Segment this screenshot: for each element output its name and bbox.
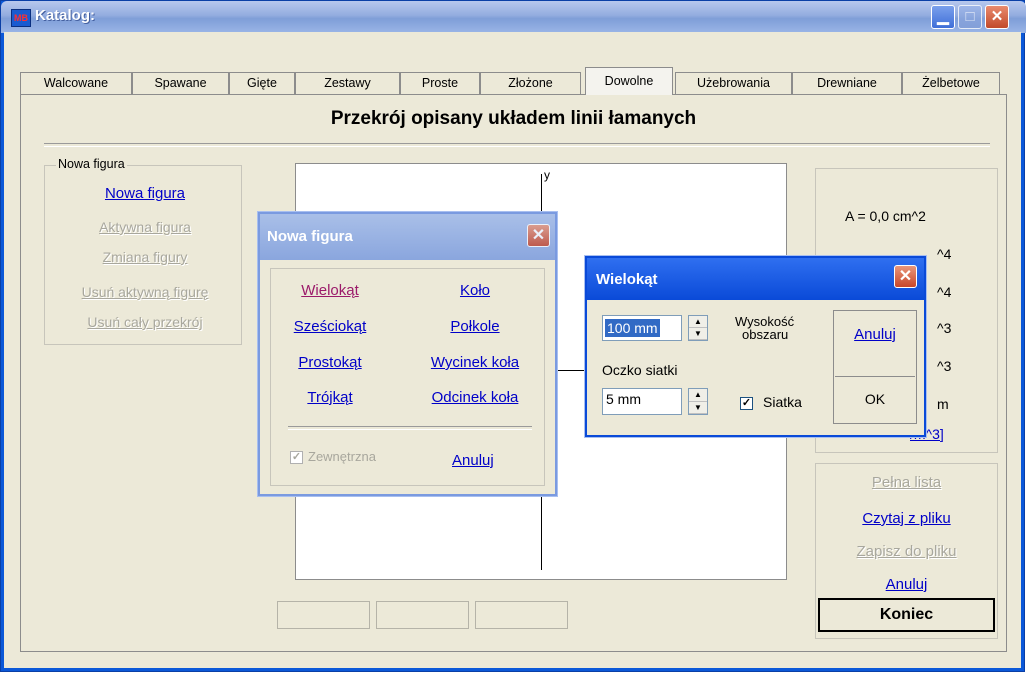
tab-label: Spawane [154,76,207,90]
tab-label: Drewniane [817,76,877,90]
maximize-icon: □ [965,8,975,25]
property-value: ^3 [937,358,952,374]
tab-label: Walcowane [43,76,109,90]
full-list-link[interactable]: Pełna lista [815,474,998,491]
dialog-cancel-link[interactable]: Anuluj [452,452,494,469]
grid-checkbox[interactable]: ✓ [740,397,753,410]
grid-input[interactable]: 5 mm [602,388,682,415]
tab-label: Dowolne [604,74,654,88]
dialog-title: Nowa figura [267,228,353,245]
spin-up-icon: ▲ [689,316,707,328]
polygon-dialog: Wielokąt ✕ 100 mm ▲ ▼ Wysokość obszaru Oc… [585,256,926,437]
tab-proste[interactable]: Proste [400,72,480,94]
circle-link[interactable]: Koło [400,282,550,299]
tab-giete[interactable]: Gięte [229,72,295,94]
polygon-dialog-title: Wielokąt [596,271,658,288]
close-icon: ✕ [990,8,1004,25]
delete-all-link[interactable]: Usuń cały przekrój [0,314,290,330]
polygon-cancel-link[interactable]: Anuluj [833,326,917,343]
maximize-button[interactable]: □ [958,5,982,29]
minimize-icon: ▁ [937,8,949,25]
tab-zestawy[interactable]: Zestawy [295,72,400,94]
ok-button[interactable]: OK [833,391,917,407]
spin-down-icon: ▼ [689,402,707,414]
close-button[interactable]: ✕ [985,5,1009,29]
grid-checkbox-label: Siatka [763,394,802,410]
property-value: ^4 [937,284,952,300]
status-field-3 [475,601,568,629]
triangle-link[interactable]: Trójkąt [260,389,400,406]
window-title: Katalog: [35,7,95,24]
spin-up-icon: ▲ [689,389,707,402]
tab-label: Użebrowania [697,76,770,90]
area-value: A = 0,0 cm^2 [845,208,926,224]
tab-label: Zestawy [324,76,371,90]
tab-label: Proste [421,76,459,90]
property-value: ^4 [937,246,952,262]
rectangle-link[interactable]: Prostokąt [260,354,400,371]
status-field-2 [376,601,469,629]
status-field-1 [277,601,370,629]
tab-uzebrowania[interactable]: Użebrowania [675,72,792,94]
grid-label: Oczko siatki [602,362,678,378]
circle-sector-link[interactable]: Wycinek koła [400,354,550,371]
group-legend: Nowa figura [56,157,127,171]
heading-divider [44,143,990,147]
semicircle-link[interactable]: Połkole [400,318,550,335]
delete-active-figure-link[interactable]: Usuń aktywną figurę [0,284,290,300]
polygon-dialog-close-button[interactable]: ✕ [894,265,917,288]
height-spinner[interactable]: ▲ ▼ [688,315,708,341]
dialog-close-button[interactable]: ✕ [527,224,550,247]
new-figure-dialog: Nowa figura ✕ Wielokąt Koło Sześciokąt P… [258,212,557,496]
height-label-line2: obszaru [742,327,789,342]
active-figure-link[interactable]: Aktywna figura [0,219,290,235]
tab-zlozone[interactable]: Złożone [480,72,581,94]
close-icon: ✕ [898,268,913,285]
buttons-divider [835,376,915,377]
grid-spinner[interactable]: ▲ ▼ [688,388,708,415]
external-label: Zewnętrzna [308,449,376,464]
height-label-2: obszaru [742,328,788,341]
minimize-button[interactable]: ▁ [931,5,955,29]
polygon-link[interactable]: Wielokąt [260,282,400,299]
hexagon-link[interactable]: Sześciokąt [260,318,400,335]
tab-dowolne-active[interactable]: Dowolne [585,67,673,95]
external-checkbox[interactable]: ✓ [290,451,303,464]
end-button[interactable]: Koniec [818,598,995,632]
height-value: 100 mm [605,319,660,337]
y-axis-label: y [544,168,550,182]
tab-label: Złożone [508,76,553,90]
tab-drewniane[interactable]: Drewniane [792,72,902,94]
new-figure-dialog-titlebar[interactable]: Nowa figura ✕ [260,214,555,260]
spin-down-icon: ▼ [689,328,707,340]
change-figure-link[interactable]: Zmiana figury [0,249,290,265]
app-icon: MB [11,9,31,27]
tab-label: Gięte [247,76,277,90]
close-icon: ✕ [531,227,546,244]
circle-segment-link[interactable]: Odcinek koła [400,389,550,406]
property-value: ^3 [937,320,952,336]
new-figure-link[interactable]: Nowa figura [0,185,290,202]
tab-spawane[interactable]: Spawane [132,72,229,94]
read-file-link[interactable]: Czytaj z pliku [815,510,998,527]
cancel-link[interactable]: Anuluj [815,576,998,593]
tab-zelbetowe[interactable]: Żelbetowe [902,72,1000,94]
tab-label: Żelbetowe [922,76,980,90]
main-titlebar[interactable]: MB Katalog: ▁ □ ✕ [1,1,1026,33]
polygon-dialog-titlebar[interactable]: Wielokąt ✕ [587,258,924,300]
height-input[interactable]: 100 mm [602,315,682,341]
dialog-divider [288,426,532,430]
page-title: Przekrój opisany układem linii łamanych [330,108,697,129]
tab-walcowane[interactable]: Walcowane [20,72,132,94]
save-file-link[interactable]: Zapisz do pliku [815,543,998,560]
property-value: m [937,396,949,412]
